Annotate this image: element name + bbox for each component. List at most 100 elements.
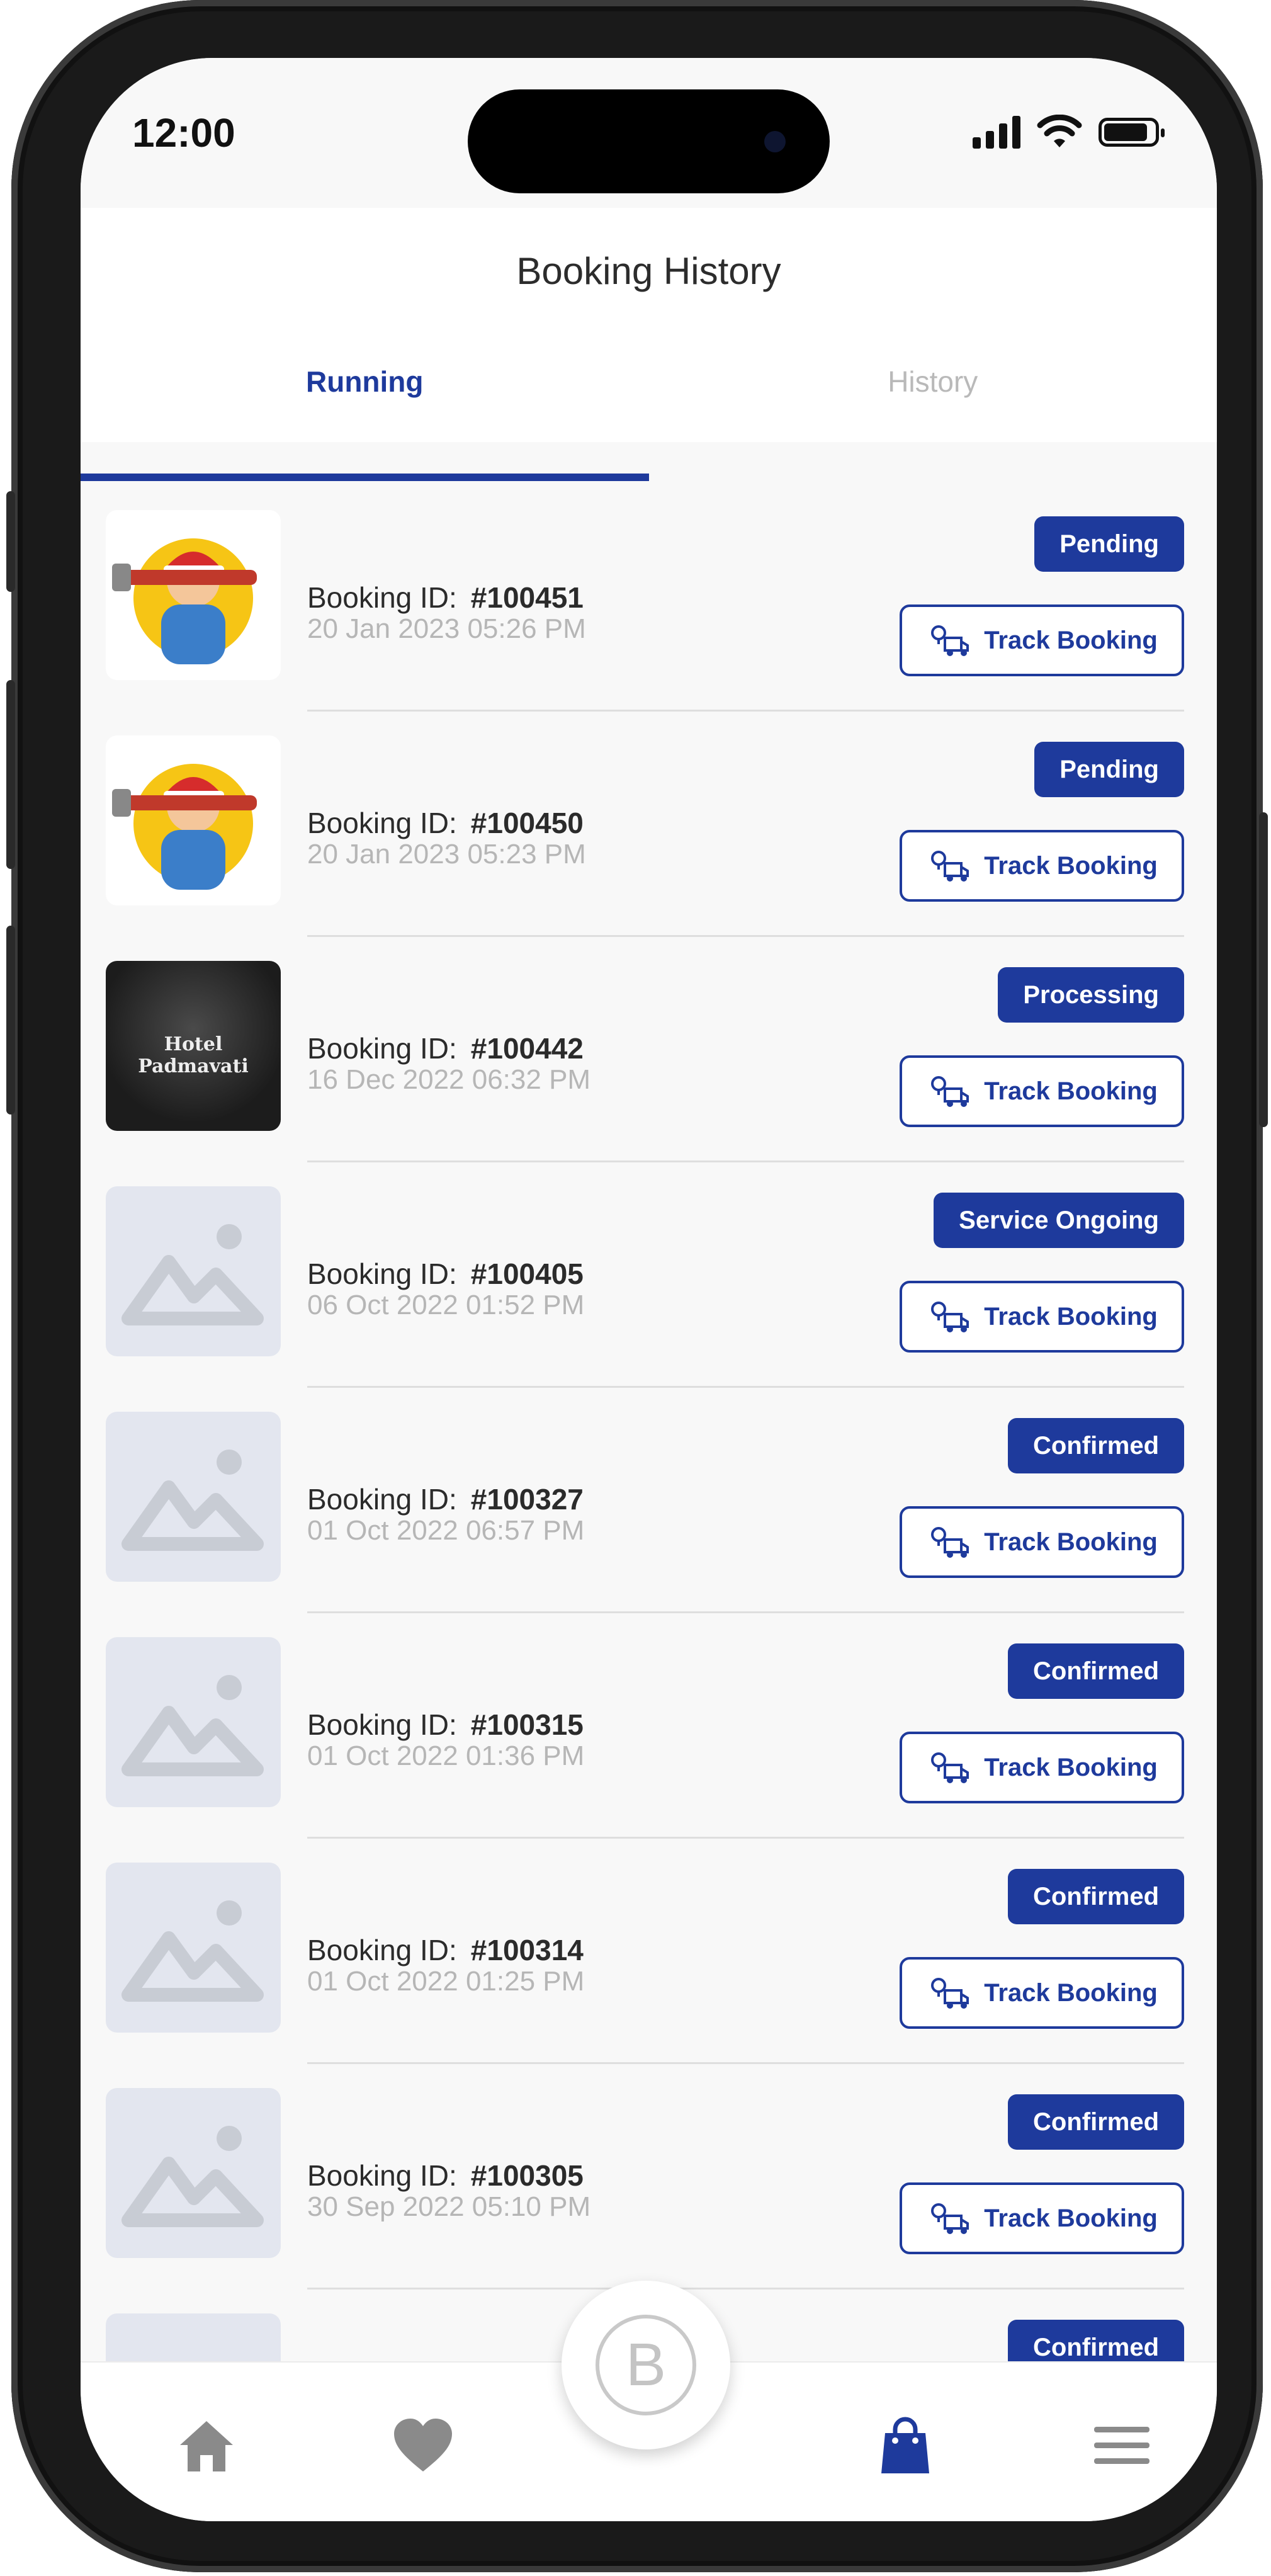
status-badge: Confirmed bbox=[1008, 1643, 1184, 1699]
booking-row[interactable]: Hotel Padmavati Booking ID: #100442 16 De… bbox=[81, 937, 1217, 1162]
track-booking-button[interactable]: Track Booking bbox=[900, 1055, 1184, 1127]
booking-row[interactable]: Booking ID: #100451 20 Jan 2023 05:26 PM … bbox=[81, 486, 1217, 712]
booking-row[interactable]: Booking ID: #100327 01 Oct 2022 06:57 PM … bbox=[81, 1388, 1217, 1613]
booking-id-line: Booking ID: #100327 bbox=[307, 1482, 584, 1516]
nav-home[interactable] bbox=[169, 2408, 244, 2483]
center-home-button[interactable]: B bbox=[562, 2281, 730, 2449]
side-button-volume-down bbox=[6, 926, 15, 1115]
hotel-logo-text: Hotel Padmavati bbox=[138, 1033, 249, 1077]
nav-menu[interactable] bbox=[1084, 2408, 1160, 2483]
track-booking-button[interactable]: Track Booking bbox=[900, 2182, 1184, 2254]
track-booking-button[interactable]: Track Booking bbox=[900, 1506, 1184, 1578]
booking-date: 06 Oct 2022 01:52 PM bbox=[307, 1290, 585, 1320]
battery-icon bbox=[1099, 118, 1165, 147]
booking-id-line: Booking ID: #100314 bbox=[307, 1933, 584, 1967]
nav-bookings[interactable] bbox=[867, 2408, 943, 2483]
status-time: 12:00 bbox=[132, 110, 235, 156]
hotel-thumbnail: Hotel Padmavati bbox=[106, 961, 281, 1131]
booking-id-label: Booking ID: bbox=[307, 581, 457, 614]
status-badge: Confirmed bbox=[1008, 2094, 1184, 2150]
booking-id: #100327 bbox=[470, 1483, 584, 1516]
track-booking-button[interactable]: Track Booking bbox=[900, 1957, 1184, 2029]
booking-row[interactable]: Booking ID: #100315 01 Oct 2022 01:36 PM … bbox=[81, 1613, 1217, 1839]
track-booking-label: Track Booking bbox=[984, 1302, 1158, 1331]
booking-id-line: Booking ID: #100450 bbox=[307, 806, 584, 840]
booking-id: #100314 bbox=[470, 1934, 584, 1966]
side-button-power bbox=[1259, 812, 1268, 1127]
booking-id: #100442 bbox=[470, 1032, 584, 1065]
booking-id: #100451 bbox=[470, 581, 584, 614]
shopping-bag-icon bbox=[881, 2417, 929, 2473]
side-button-volume-up bbox=[6, 680, 15, 869]
track-booking-label: Track Booking bbox=[984, 626, 1158, 654]
nav-favorites[interactable] bbox=[385, 2408, 461, 2483]
app-screen: 12:00 Booking History Running History Bo… bbox=[81, 58, 1217, 2521]
brand-logo-icon: B bbox=[596, 2315, 696, 2415]
track-booking-label: Track Booking bbox=[984, 1753, 1158, 1781]
status-badge: Confirmed bbox=[1008, 1418, 1184, 1473]
booking-id-label: Booking ID: bbox=[307, 1934, 457, 1966]
booking-date: 01 Oct 2022 06:57 PM bbox=[307, 1515, 585, 1546]
booking-id-line: Booking ID: #100405 bbox=[307, 1257, 584, 1291]
delivery-truck-icon bbox=[931, 1752, 969, 1783]
booking-id-label: Booking ID: bbox=[307, 1708, 457, 1741]
delivery-truck-icon bbox=[931, 1302, 969, 1332]
tab-history[interactable]: History bbox=[649, 329, 1217, 434]
delivery-truck-icon bbox=[931, 851, 969, 882]
track-booking-label: Track Booking bbox=[984, 2204, 1158, 2232]
booking-date: 16 Dec 2022 06:32 PM bbox=[307, 1064, 591, 1095]
status-badge: Pending bbox=[1034, 742, 1184, 797]
booking-row[interactable]: Booking ID: #100405 06 Oct 2022 01:52 PM … bbox=[81, 1162, 1217, 1388]
image-placeholder-icon bbox=[106, 1412, 281, 1582]
booking-date: 01 Oct 2022 01:25 PM bbox=[307, 1966, 585, 1997]
status-bar: 12:00 bbox=[81, 58, 1217, 208]
app-header: Booking History bbox=[81, 208, 1217, 329]
booking-id-label: Booking ID: bbox=[307, 2159, 457, 2192]
booking-id-line: Booking ID: #100305 bbox=[307, 2159, 584, 2193]
booking-row[interactable]: Booking ID: #100305 30 Sep 2022 05:10 PM … bbox=[81, 2064, 1217, 2289]
track-booking-button[interactable]: Track Booking bbox=[900, 830, 1184, 902]
image-placeholder-icon bbox=[106, 1186, 281, 1356]
booking-id: #100450 bbox=[470, 807, 584, 839]
side-button-mute bbox=[6, 491, 15, 592]
booking-id-line: Booking ID: #100315 bbox=[307, 1708, 584, 1742]
status-icons bbox=[973, 113, 1165, 151]
booking-date: 30 Sep 2022 05:10 PM bbox=[307, 2191, 591, 2222]
booking-id-label: Booking ID: bbox=[307, 1032, 457, 1065]
tab-bar: Running History bbox=[81, 329, 1217, 442]
home-icon bbox=[180, 2421, 233, 2471]
track-booking-button[interactable]: Track Booking bbox=[900, 604, 1184, 676]
page-title: Booking History bbox=[516, 250, 781, 292]
menu-icon bbox=[1094, 2427, 1150, 2464]
track-booking-label: Track Booking bbox=[984, 851, 1158, 880]
booking-id: #100405 bbox=[470, 1257, 584, 1290]
delivery-truck-icon bbox=[931, 1527, 969, 1558]
track-booking-button[interactable]: Track Booking bbox=[900, 1281, 1184, 1353]
wifi-icon bbox=[1037, 115, 1082, 147]
booking-row[interactable]: Booking ID: #100450 20 Jan 2023 05:23 PM … bbox=[81, 712, 1217, 937]
delivery-truck-icon bbox=[931, 2203, 969, 2234]
booking-id: #100315 bbox=[470, 1708, 584, 1741]
booking-id: #100305 bbox=[470, 2159, 584, 2192]
booking-id-line: Booking ID: #100451 bbox=[307, 581, 584, 615]
image-placeholder-icon bbox=[106, 1863, 281, 2033]
cellular-signal-icon bbox=[973, 116, 1020, 149]
booking-date: 20 Jan 2023 05:26 PM bbox=[307, 613, 586, 644]
delivery-truck-icon bbox=[931, 1978, 969, 2009]
active-tab-indicator bbox=[81, 474, 649, 481]
status-badge: Confirmed bbox=[1008, 1869, 1184, 1924]
track-booking-button[interactable]: Track Booking bbox=[900, 1732, 1184, 1803]
delivery-truck-icon bbox=[931, 625, 969, 656]
booking-row[interactable]: Booking ID: #100314 01 Oct 2022 01:25 PM … bbox=[81, 1839, 1217, 2064]
plumber-thumbnail bbox=[106, 735, 281, 905]
booking-date: 01 Oct 2022 01:36 PM bbox=[307, 1740, 585, 1771]
image-placeholder-icon bbox=[106, 2088, 281, 2258]
camera-dot bbox=[764, 131, 786, 152]
booking-id-line: Booking ID: #100442 bbox=[307, 1031, 584, 1065]
delivery-truck-icon bbox=[931, 1076, 969, 1107]
plumber-thumbnail bbox=[106, 510, 281, 680]
track-booking-label: Track Booking bbox=[984, 1978, 1158, 2007]
tab-running[interactable]: Running bbox=[81, 329, 649, 434]
booking-date: 20 Jan 2023 05:23 PM bbox=[307, 839, 586, 870]
status-badge: Pending bbox=[1034, 516, 1184, 572]
